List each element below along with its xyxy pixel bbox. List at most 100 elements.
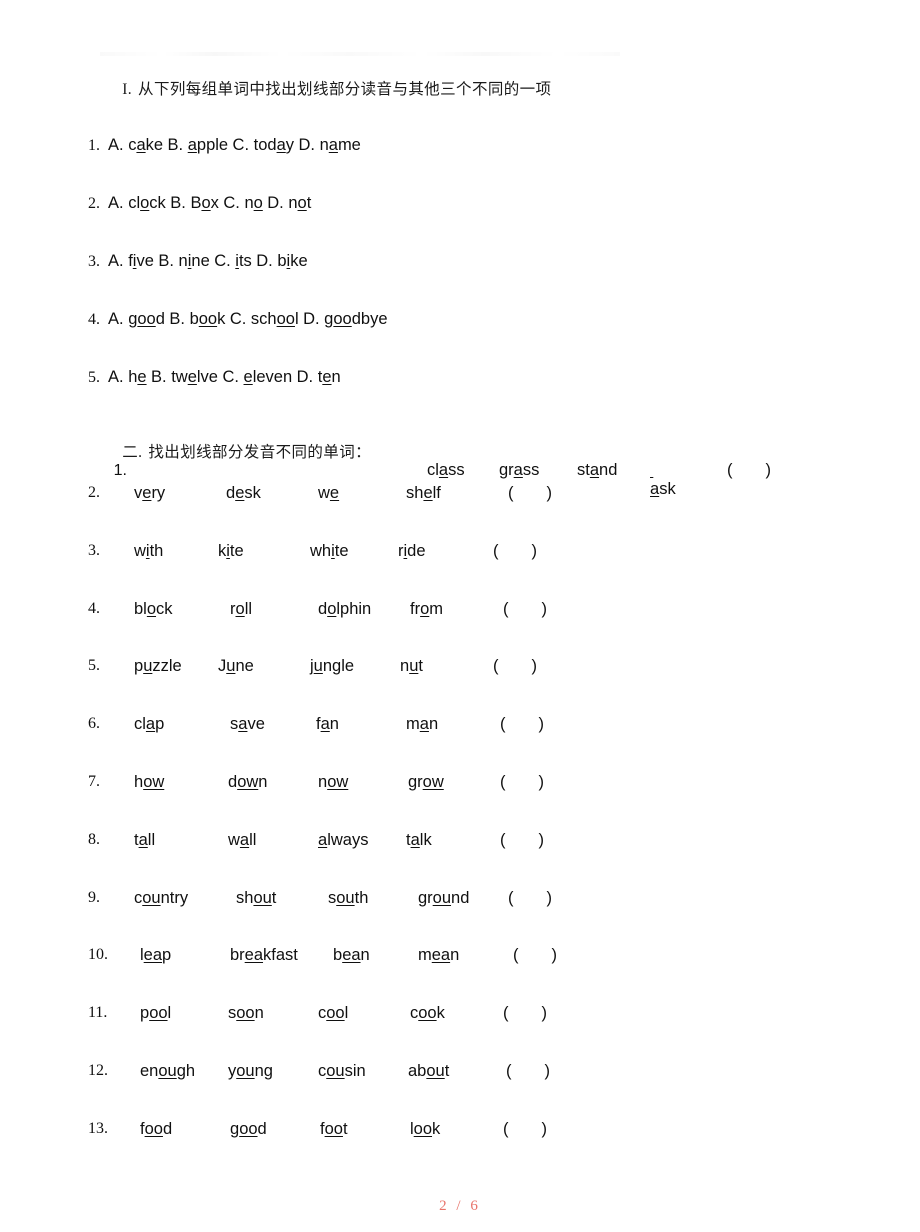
word-cell: young — [228, 1061, 273, 1082]
choice-word: Box — [190, 193, 218, 214]
answer-bracket[interactable]: ( ) — [727, 461, 771, 480]
exercise-word: save — [230, 714, 265, 735]
choice-option[interactable]: C. no — [223, 194, 262, 212]
underlined-segment: oo — [418, 1004, 437, 1023]
underlined-segment: oo — [326, 1004, 345, 1023]
word-prefix: p — [134, 657, 144, 676]
choice-word: good — [128, 309, 165, 330]
choice-option[interactable]: D. ten — [297, 368, 341, 386]
exercise-word: country — [134, 888, 188, 909]
word-cell: ( ) — [500, 772, 544, 793]
choice-option[interactable]: B. twelve — [151, 368, 218, 386]
word-suffix: ll — [244, 599, 253, 618]
word-cell: ( ) — [500, 830, 544, 851]
underlined-segment: ea — [143, 946, 163, 965]
choice-label: D. — [303, 310, 325, 328]
underlined-segment: ou — [426, 1062, 445, 1080]
word-cell: always — [318, 830, 368, 851]
choice-option[interactable]: B. apple — [168, 136, 229, 154]
choice-option[interactable]: B. Box — [170, 194, 219, 212]
underlined-segment: a — [318, 830, 328, 849]
word-suffix: lf — [432, 484, 441, 502]
word-suffix: ke — [145, 136, 164, 154]
choice-option[interactable]: A. five — [108, 252, 154, 270]
underlined-segment: e — [329, 484, 340, 502]
word-cell: shelf — [406, 483, 441, 504]
word-prefix: gr — [499, 461, 514, 480]
item-number: 8. — [88, 830, 100, 848]
exercise-word: talk — [406, 830, 432, 851]
word-prefix: m — [406, 715, 420, 734]
word-prefix: w — [318, 484, 330, 502]
choice-option[interactable]: D. goodbye — [303, 310, 387, 328]
word-suffix: ng — [254, 1062, 273, 1080]
answer-bracket[interactable]: ( ) — [508, 888, 552, 909]
choice-option[interactable]: B. book — [169, 310, 225, 328]
word-prefix: c — [134, 888, 143, 907]
choice-word: twelve — [171, 367, 218, 388]
underlined-segment: e — [137, 368, 147, 386]
word-suffix: t — [444, 1062, 450, 1080]
underlined-segment: a — [419, 715, 429, 734]
choice-option[interactable]: A. good — [108, 310, 165, 328]
choice-word: apple — [188, 135, 228, 156]
choice-option[interactable]: C. school — [230, 310, 299, 328]
choice-option[interactable]: A. cake — [108, 136, 163, 154]
underlined-segment: ow — [237, 773, 259, 791]
choice-option[interactable]: D. bike — [256, 252, 307, 270]
choice-label: A. — [108, 136, 129, 154]
answer-bracket[interactable]: ( ) — [500, 772, 544, 793]
answer-bracket[interactable]: ( ) — [513, 945, 557, 966]
underlined-segment: a — [589, 461, 600, 480]
word-prefix: fr — [410, 599, 421, 618]
choice-option[interactable]: C. today — [233, 136, 294, 154]
answer-bracket[interactable]: ( ) — [503, 1119, 547, 1140]
exercise-word: white — [310, 541, 349, 562]
answer-bracket[interactable]: ( ) — [493, 656, 537, 677]
word-suffix: ntry — [160, 888, 189, 907]
choice-option[interactable]: D. name — [298, 136, 360, 154]
word-suffix: lphin — [336, 599, 372, 618]
word-suffix: n — [254, 1004, 264, 1023]
word-suffix: sk — [244, 484, 261, 502]
answer-bracket[interactable]: ( ) — [508, 483, 552, 504]
choice-option[interactable]: A. he — [108, 368, 147, 386]
choice-option[interactable]: B. nine — [158, 252, 209, 270]
exercise-word: how — [134, 772, 164, 793]
underlined-segment: oo — [149, 1004, 168, 1023]
word-suffix: n — [428, 715, 439, 734]
answer-bracket[interactable]: ( ) — [506, 1061, 550, 1082]
choice-option[interactable]: C. eleven — [222, 368, 292, 386]
word-suffix: ck — [156, 599, 173, 618]
section-two-item: 8. tall wall always talk( ) — [88, 830, 878, 854]
word-cell: ( ) — [493, 656, 537, 677]
answer-bracket[interactable]: ( ) — [503, 1003, 547, 1024]
choice-word: cake — [128, 135, 163, 156]
word-cell: kite — [218, 541, 244, 562]
exercise-word: desk — [226, 483, 261, 504]
word-prefix: gr — [418, 888, 433, 907]
answer-bracket[interactable]: ( ) — [500, 830, 544, 851]
exercise-word: mean — [418, 945, 459, 966]
answer-bracket[interactable]: ( ) — [500, 714, 544, 735]
word-suffix: d — [155, 310, 165, 328]
section-two-item: 3. with kite white ride ( ) — [88, 541, 878, 565]
word-suffix: t — [271, 888, 277, 907]
word-prefix: b — [333, 946, 343, 965]
word-prefix: g — [324, 310, 334, 328]
word-prefix: n — [244, 194, 254, 212]
exercise-word: man — [406, 714, 438, 735]
word-cell: block — [134, 599, 173, 620]
word-cell: down — [228, 772, 267, 793]
item-number: 12. — [88, 1062, 108, 1079]
page-indicator: 2 / 6 — [439, 1198, 481, 1214]
exercise-word: enough — [140, 1061, 195, 1082]
choice-option[interactable]: D. not — [267, 194, 311, 212]
answer-bracket[interactable]: ( ) — [493, 541, 537, 562]
worksheet-page: I. 从下列每组单词中找出划线部分读音与其他三个不同的一项 1. A. cake … — [0, 0, 920, 1232]
answer-bracket[interactable]: ( ) — [503, 599, 547, 620]
choice-option[interactable]: A. clock — [108, 194, 166, 212]
exercise-word: always — [318, 830, 368, 851]
word-cell: shout — [236, 888, 276, 909]
choice-option[interactable]: C. its — [214, 252, 252, 270]
